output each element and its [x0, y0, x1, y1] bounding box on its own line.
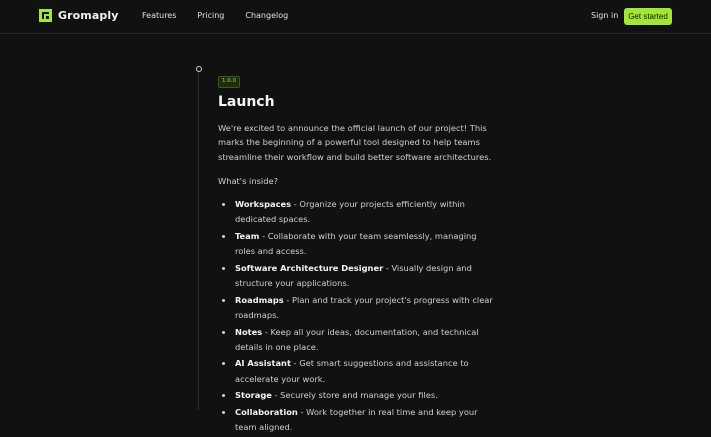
timeline-dot: [195, 66, 202, 72]
bullet-icon: [221, 234, 225, 238]
nav-item-pricing[interactable]: Pricing: [197, 11, 224, 20]
nav-item-changelog[interactable]: Changelog: [245, 11, 288, 20]
nav-item-features[interactable]: Features: [142, 11, 176, 20]
brand-name: Gromaply: [58, 9, 119, 22]
feature-item-team: Team - Collaborate with your team seamle…: [218, 229, 498, 260]
main-nav: Features Pricing Changelog: [142, 11, 309, 20]
brand-logo-link[interactable]: Gromaply: [39, 9, 119, 22]
feature-item-ai-assistant: AI Assistant - Get smart suggestions and…: [218, 356, 498, 387]
feature-item-collaboration: Collaboration - Work together in real ti…: [218, 405, 498, 436]
bullet-icon: [221, 298, 225, 302]
version-badge: 1.0.0: [218, 75, 240, 88]
feature-item-roadmaps: Roadmaps - Plan and track your project's…: [218, 293, 498, 324]
feature-name: Storage: [235, 390, 272, 401]
timeline-line: [198, 70, 199, 410]
feature-name: Workspaces: [235, 198, 292, 209]
feature-name: Software Architecture Designer: [235, 262, 384, 273]
feature-description: - Securely store and manage your files.: [271, 390, 438, 401]
release-intro: We're excited to announce the official l…: [218, 122, 492, 163]
feature-name: Collaboration: [235, 406, 298, 417]
sign-in-link[interactable]: Sign in: [591, 11, 618, 20]
feature-name: AI Assistant: [235, 358, 291, 369]
bullet-icon: [221, 362, 225, 366]
feature-name: Team: [235, 230, 260, 241]
whats-inside-heading: What's inside?: [218, 175, 279, 186]
gromaply-logo-icon: [39, 9, 52, 22]
feature-description: - Keep all your ideas, documentation, an…: [235, 326, 479, 352]
changelog-entry: 1.0.0 Launch We're excited to announce t…: [218, 67, 498, 437]
site-header: Gromaply Features Pricing Changelog Sign…: [0, 0, 711, 34]
feature-item-software-architecture-designer: Software Architecture Designer - Visuall…: [218, 261, 498, 292]
release-title: Launch: [218, 93, 275, 110]
feature-item-notes: Notes - Keep all your ideas, documentati…: [218, 325, 498, 356]
bullet-icon: [221, 394, 225, 398]
feature-name: Roadmaps: [235, 294, 284, 305]
bullet-icon: [221, 410, 225, 414]
feature-item-workspaces: Workspaces - Organize your projects effi…: [218, 197, 498, 228]
feature-name: Notes: [235, 326, 263, 337]
bullet-icon: [221, 202, 225, 206]
bullet-icon: [221, 266, 225, 270]
get-started-button[interactable]: Get started: [624, 8, 672, 25]
feature-item-storage: Storage - Securely store and manage your…: [218, 388, 498, 403]
bullet-icon: [221, 330, 225, 334]
feature-description: - Collaborate with your team seamlessly,…: [235, 230, 477, 257]
